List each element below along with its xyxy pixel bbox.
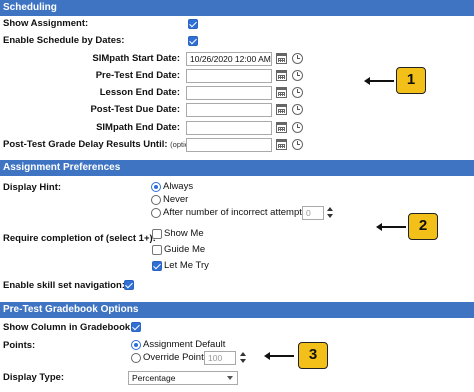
override-points-spinner-icon[interactable]: [240, 352, 246, 364]
posttest-due-input[interactable]: [186, 103, 272, 117]
enable-schedule-checkbox[interactable]: [188, 36, 198, 46]
simpath-start-label: SIMpath Start Date:: [92, 53, 180, 64]
hint-after-attempts-radio[interactable]: [151, 208, 161, 218]
points-override-label: Override Points: [143, 352, 209, 363]
require-completion-label: Require completion of (select 1+):: [3, 233, 156, 244]
show-assignment-label: Show Assignment:: [3, 18, 89, 29]
callout-badge-1: 1: [396, 67, 426, 94]
display-type-value: Percentage: [132, 373, 176, 383]
points-override-radio[interactable]: [131, 353, 141, 363]
arrow-left-icon: [376, 222, 406, 232]
callout-badge-3: 3: [298, 342, 328, 369]
scheduling-header: Scheduling: [0, 0, 474, 16]
guide-me-checkbox[interactable]: [152, 245, 162, 255]
clock-icon[interactable]: [292, 53, 303, 64]
attempts-number-input[interactable]: 0: [302, 206, 324, 220]
show-column-label: Show Column in Gradebook:: [3, 322, 134, 333]
let-me-try-checkbox[interactable]: [152, 261, 162, 271]
lesson-end-label: Lesson End Date:: [99, 87, 180, 98]
simpath-end-label: SIMpath End Date:: [96, 122, 180, 133]
hint-never-radio[interactable]: [151, 195, 161, 205]
lesson-end-input[interactable]: [186, 86, 272, 100]
gradebook-header: Pre-Test Gradebook Options: [0, 302, 474, 318]
show-assignment-checkbox[interactable]: [188, 19, 198, 29]
enable-schedule-label: Enable Schedule by Dates:: [3, 35, 125, 46]
override-points-input[interactable]: 100: [204, 351, 236, 365]
show-me-checkbox[interactable]: [152, 229, 162, 239]
clock-icon[interactable]: [292, 122, 303, 133]
arrow-left-icon: [364, 76, 394, 86]
calendar-icon[interactable]: [276, 139, 287, 150]
attempts-spinner-icon[interactable]: [327, 207, 333, 219]
points-default-radio[interactable]: [131, 340, 141, 350]
display-type-select[interactable]: Percentage: [128, 371, 238, 385]
hint-after-attempts-label: After number of incorrect attempts: [163, 207, 307, 218]
grade-delay-label-text: Post-Test Grade Delay Results Until:: [3, 139, 168, 150]
posttest-due-label: Post-Test Due Date:: [90, 104, 180, 115]
points-default-label: Assignment Default: [143, 339, 226, 350]
pretest-end-label: Pre-Test End Date:: [95, 70, 180, 81]
dropdown-caret-icon: [227, 376, 233, 380]
calendar-icon[interactable]: [276, 104, 287, 115]
calendar-icon[interactable]: [276, 122, 287, 133]
show-column-checkbox[interactable]: [131, 322, 141, 332]
clock-icon[interactable]: [292, 87, 303, 98]
display-type-label: Display Type:: [3, 372, 65, 383]
let-me-try-label: Let Me Try: [164, 260, 209, 271]
hint-always-label: Always: [163, 181, 194, 192]
calendar-icon[interactable]: [276, 53, 287, 64]
display-hint-label: Display Hint:: [3, 182, 62, 193]
hint-always-radio[interactable]: [151, 182, 161, 192]
pretest-end-input[interactable]: [186, 69, 272, 83]
clock-icon[interactable]: [292, 104, 303, 115]
calendar-icon[interactable]: [276, 87, 287, 98]
simpath-start-input[interactable]: 10/26/2020 12:00 AM: [186, 52, 272, 66]
callout-badge-2: 2: [408, 213, 438, 240]
guide-me-label: Guide Me: [164, 244, 206, 255]
grade-delay-label: Post-Test Grade Delay Results Until: (op…: [3, 139, 201, 151]
show-me-label: Show Me: [164, 228, 204, 239]
arrow-left-icon: [264, 351, 294, 361]
points-label: Points:: [3, 340, 36, 351]
hint-never-label: Never: [163, 194, 189, 205]
clock-icon[interactable]: [292, 139, 303, 150]
skill-nav-label: Enable skill set navigation:: [3, 280, 125, 291]
simpath-end-input[interactable]: [186, 121, 272, 135]
skill-nav-checkbox[interactable]: [124, 280, 134, 290]
grade-delay-input[interactable]: [186, 138, 272, 152]
clock-icon[interactable]: [292, 70, 303, 81]
calendar-icon[interactable]: [276, 70, 287, 81]
preferences-header: Assignment Preferences: [0, 160, 474, 176]
